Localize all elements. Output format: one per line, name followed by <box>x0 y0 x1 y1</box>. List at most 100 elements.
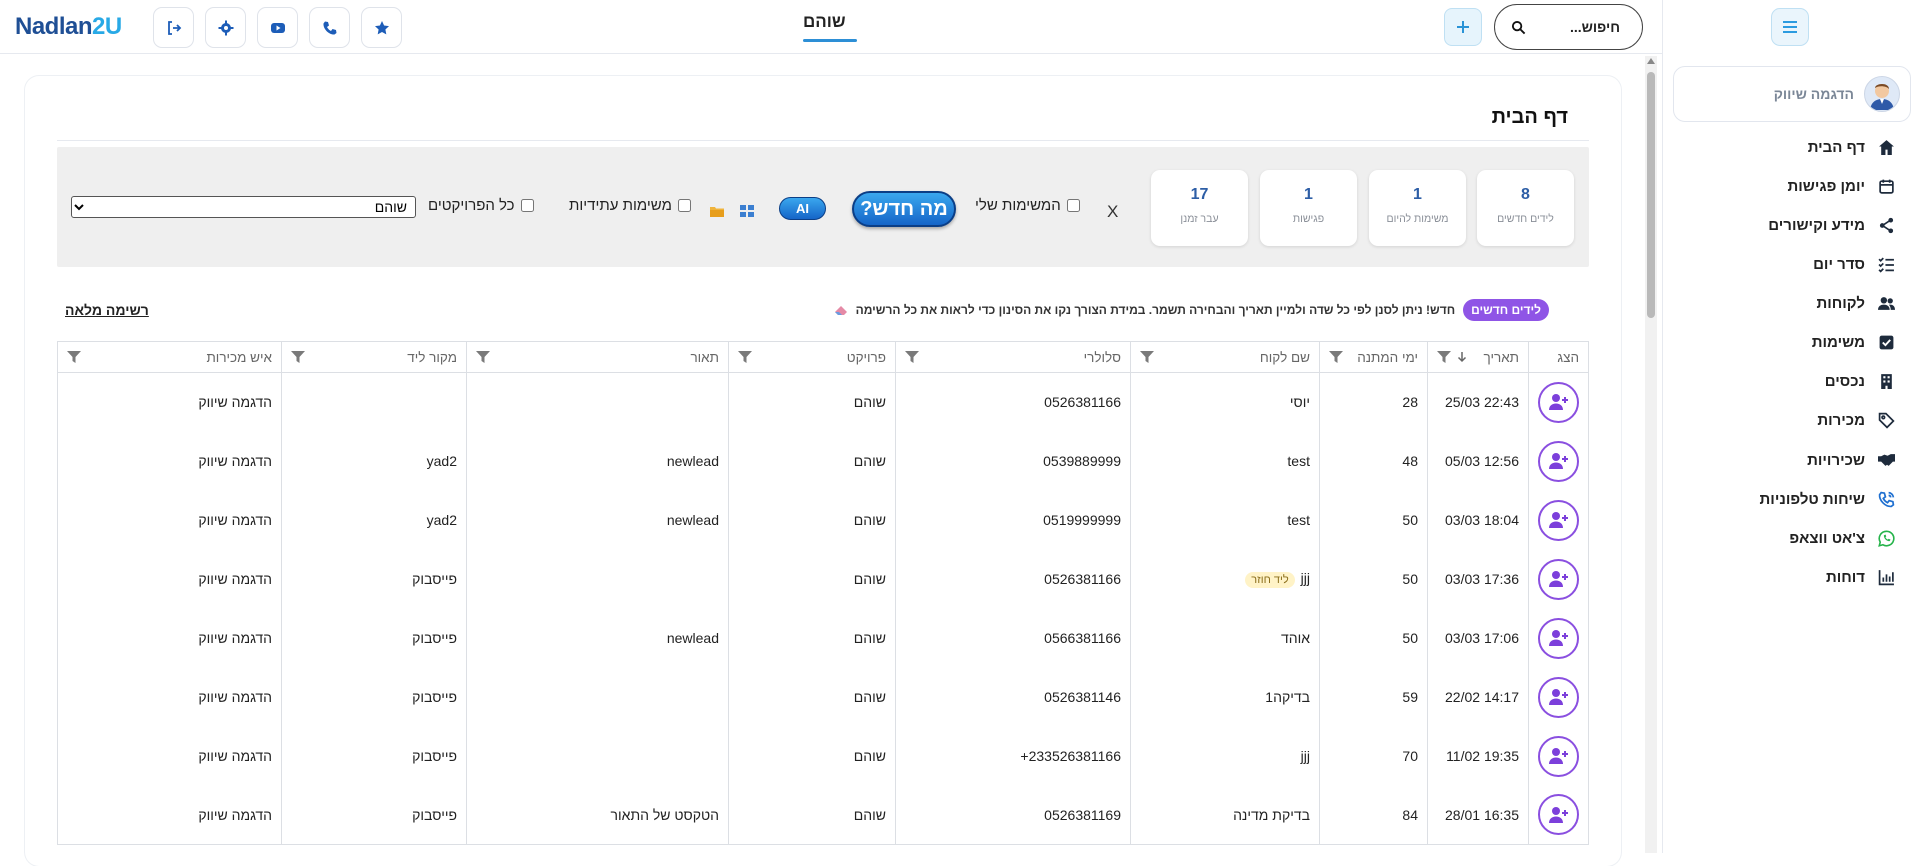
scroll-up-arrow[interactable] <box>1647 58 1655 64</box>
cell-name: test <box>1130 490 1320 550</box>
sort-down-icon[interactable] <box>1457 351 1467 363</box>
cell-text: 50 <box>1402 512 1418 528</box>
sidebar: הדגמה שיווק דף הבית יומן פגישות מידע וקישו… <box>1662 0 1917 853</box>
filter-icon[interactable] <box>1329 351 1343 363</box>
favorites-button[interactable] <box>361 7 402 48</box>
sidebar-item-phone-call[interactable]: שיחות טלפוניות <box>1760 482 1895 516</box>
table-row[interactable]: 18:04 03/03 50 test 0519999999 שוהם newlead ya… <box>57 490 1589 550</box>
filter-icon[interactable] <box>1437 351 1451 363</box>
column-header[interactable]: תאור <box>466 341 729 373</box>
cell-source: פייסבוק <box>281 608 467 668</box>
column-header[interactable]: תאריך <box>1427 341 1529 373</box>
sidebar-item-whatsapp[interactable]: צ'אט ווצאפ <box>1789 521 1895 555</box>
logo[interactable]: Nadlan2U <box>15 13 122 41</box>
filter-icon[interactable] <box>67 351 81 363</box>
table-row[interactable]: 22:43 25/03 28 יוסי 0526381166 שוהם הדגמה שיו… <box>57 372 1589 432</box>
menu-toggle-button[interactable] <box>1771 8 1809 46</box>
future-tasks-toggle[interactable]: משימות עתידיות <box>569 197 691 214</box>
column-header[interactable]: סלולרי <box>895 341 1131 373</box>
view-lead-button[interactable] <box>1538 381 1579 423</box>
filter-icon[interactable] <box>291 351 305 363</box>
user-profile[interactable]: הדגמה שיווק <box>1673 66 1911 122</box>
search-box[interactable] <box>1494 4 1643 50</box>
filter-icon[interactable] <box>1140 351 1154 363</box>
view-lead-button[interactable] <box>1538 676 1579 718</box>
sidebar-item-label: שכירויות <box>1807 451 1865 469</box>
cell-date: 16:35 28/01 <box>1427 785 1529 845</box>
close-button[interactable]: X <box>1107 202 1118 222</box>
filter-icon[interactable] <box>738 351 752 363</box>
sidebar-item-handshake[interactable]: שכירויות <box>1807 443 1895 477</box>
scroll-thumb[interactable] <box>1647 72 1655 318</box>
view-lead-button[interactable] <box>1538 499 1579 541</box>
phone-button[interactable] <box>309 7 350 48</box>
add-button[interactable] <box>1444 8 1482 46</box>
sidebar-item-building[interactable]: נכסים <box>1825 364 1895 398</box>
cell-text: 0539889999 <box>1043 453 1121 469</box>
stat-label: עבר זמנן <box>1180 213 1219 225</box>
cell-wait: 48 <box>1319 431 1428 491</box>
logout-button[interactable] <box>153 7 194 48</box>
my-tasks-toggle[interactable]: המשימות שלי <box>975 197 1080 214</box>
cell-phone: 233526381166+ <box>895 726 1131 786</box>
future-tasks-checkbox[interactable] <box>677 199 691 212</box>
cell-name: בדיקת מדינה <box>1130 785 1320 845</box>
stat-tasks-today[interactable]: 1 משימות להיום <box>1369 170 1466 246</box>
column-header[interactable]: איש מכירות <box>57 341 282 373</box>
column-header[interactable]: פרויקט <box>728 341 896 373</box>
sidebar-item-chart[interactable]: דוחות <box>1826 560 1895 594</box>
cell-text: הדגמה שיווק <box>198 806 272 823</box>
table-row[interactable]: 14:17 22/02 59 בדיקה1 0526381146 שוהם פייסבוק… <box>57 667 1589 727</box>
table-row[interactable]: 17:36 03/03 50 jjj ליד חוזר 0526381166 שוהם פי… <box>57 549 1589 609</box>
filter-icon[interactable] <box>476 351 490 363</box>
sidebar-item-share[interactable]: מידע וקישורים <box>1768 208 1895 242</box>
my-tasks-checkbox[interactable] <box>1066 199 1080 212</box>
view-lead-button[interactable] <box>1538 794 1579 836</box>
column-header[interactable]: מקור ליד <box>281 341 467 373</box>
notice-text: חדש! ניתן לסנן לפי כל שדה ולמיין תאריך ו… <box>855 303 1456 317</box>
sidebar-item-home[interactable]: דף הבית <box>1808 130 1895 164</box>
cell-text: 18:04 03/03 <box>1445 512 1519 528</box>
sidebar-item-label: מכירות <box>1817 411 1865 429</box>
all-projects-checkbox[interactable] <box>520 199 534 212</box>
column-header[interactable]: שם לקוח <box>1130 341 1320 373</box>
column-header[interactable]: ימי המתנה <box>1319 341 1428 373</box>
ai-button[interactable]: AI <box>779 197 826 220</box>
search-input[interactable] <box>1540 19 1620 35</box>
settings-button[interactable] <box>205 7 246 48</box>
folder-icon[interactable] <box>710 205 724 218</box>
whats-new-button[interactable]: מה חדש? <box>852 191 956 227</box>
leads-table: הצג תאריך ימי המתנה שם לקוח סלולרי פרויקט תאור… <box>57 341 1589 845</box>
view-lead-button[interactable] <box>1538 735 1579 777</box>
grid-icon[interactable] <box>740 205 754 218</box>
table-row[interactable]: 17:06 03/03 50 אוהד 0566381166 שוהם newlead פי… <box>57 608 1589 668</box>
divider <box>57 140 1589 141</box>
stat-new-leads[interactable]: 8 לידים חדשים <box>1477 170 1574 246</box>
all-projects-toggle[interactable]: כל הפרויקטים <box>428 197 534 214</box>
sidebar-item-users[interactable]: לקוחות <box>1816 286 1895 320</box>
view-lead-button[interactable] <box>1538 440 1579 482</box>
view-lead-button[interactable] <box>1538 558 1579 600</box>
scrollbar[interactable] <box>1645 56 1657 853</box>
sidebar-item-checklist[interactable]: סדר יום <box>1813 247 1895 281</box>
filter-icon[interactable] <box>905 351 919 363</box>
table-row[interactable]: 19:35 11/02 70 jjj 233526381166+ שוהם פייסבוק… <box>57 726 1589 786</box>
cell-text: פייסבוק <box>412 689 457 705</box>
youtube-button[interactable] <box>257 7 298 48</box>
table-row[interactable]: 16:35 28/01 84 בדיקת מדינה 0526381169 שוהם הט… <box>57 785 1589 845</box>
stat-meetings[interactable]: 1 פגישות <box>1260 170 1357 246</box>
view-lead-button[interactable] <box>1538 617 1579 659</box>
cell-text: 70 <box>1402 748 1418 764</box>
eraser-icon[interactable] <box>834 304 848 316</box>
stat-overdue[interactable]: 17 עבר זמנן <box>1151 170 1248 246</box>
sidebar-item-check-square[interactable]: משימות <box>1812 325 1895 359</box>
cell-date: 17:36 03/03 <box>1427 549 1529 609</box>
sidebar-item-tag[interactable]: מכירות <box>1817 403 1895 437</box>
project-select[interactable]: שוהם <box>71 196 416 218</box>
full-list-link[interactable]: רשימה מלאה <box>65 302 149 318</box>
column-header-label: תאור <box>690 349 719 365</box>
sidebar-item-calendar[interactable]: יומן פגישות <box>1788 169 1896 203</box>
cell-text: 84 <box>1402 806 1418 823</box>
cell-text: yad2 <box>426 453 457 469</box>
table-row[interactable]: 12:56 05/03 48 test 0539889999 שוהם newlead ya… <box>57 431 1589 491</box>
